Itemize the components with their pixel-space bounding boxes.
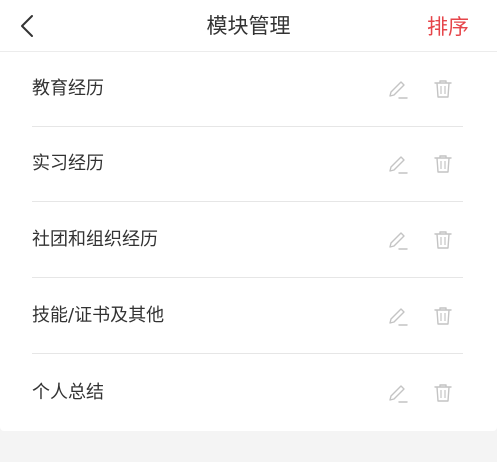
back-button[interactable] xyxy=(12,10,44,42)
sort-button[interactable]: 排序 xyxy=(427,13,469,41)
module-label: 实习经历 xyxy=(32,153,104,174)
delete-button[interactable] xyxy=(431,381,455,405)
top-bar: 模块管理 排序 xyxy=(0,0,497,52)
pencil-icon xyxy=(386,304,410,328)
chevron-left-icon xyxy=(12,10,44,42)
edit-button[interactable] xyxy=(386,152,410,176)
trash-icon xyxy=(431,381,455,405)
module-label: 社团和组织经历 xyxy=(32,229,158,250)
trash-icon xyxy=(431,304,455,328)
trash-icon xyxy=(431,77,455,101)
trash-icon xyxy=(431,152,455,176)
edit-button[interactable] xyxy=(386,304,410,328)
delete-button[interactable] xyxy=(431,304,455,328)
module-row-education: 教育经历 xyxy=(32,52,463,127)
delete-button[interactable] xyxy=(431,77,455,101)
delete-button[interactable] xyxy=(431,152,455,176)
module-row-summary: 个人总结 xyxy=(32,355,463,430)
pencil-icon xyxy=(386,381,410,405)
trash-icon xyxy=(431,228,455,252)
edit-button[interactable] xyxy=(386,228,410,252)
module-row-internship: 实习经历 xyxy=(32,127,463,202)
page-title: 模块管理 xyxy=(206,14,291,38)
edit-button[interactable] xyxy=(386,381,410,405)
module-label: 技能/证书及其他 xyxy=(32,305,165,326)
module-label: 个人总结 xyxy=(32,381,104,403)
module-list: 教育经历 实习经历 社团和组织经历 技能/证书及其他 个人总结 xyxy=(0,52,497,431)
edit-button[interactable] xyxy=(386,77,410,101)
module-label: 教育经历 xyxy=(32,78,104,99)
pencil-icon xyxy=(386,228,410,252)
module-row-clubs: 社团和组织经历 xyxy=(32,203,463,278)
delete-button[interactable] xyxy=(431,228,455,252)
module-row-skills: 技能/证书及其他 xyxy=(32,279,463,354)
pencil-icon xyxy=(386,77,410,101)
pencil-icon xyxy=(386,152,410,176)
